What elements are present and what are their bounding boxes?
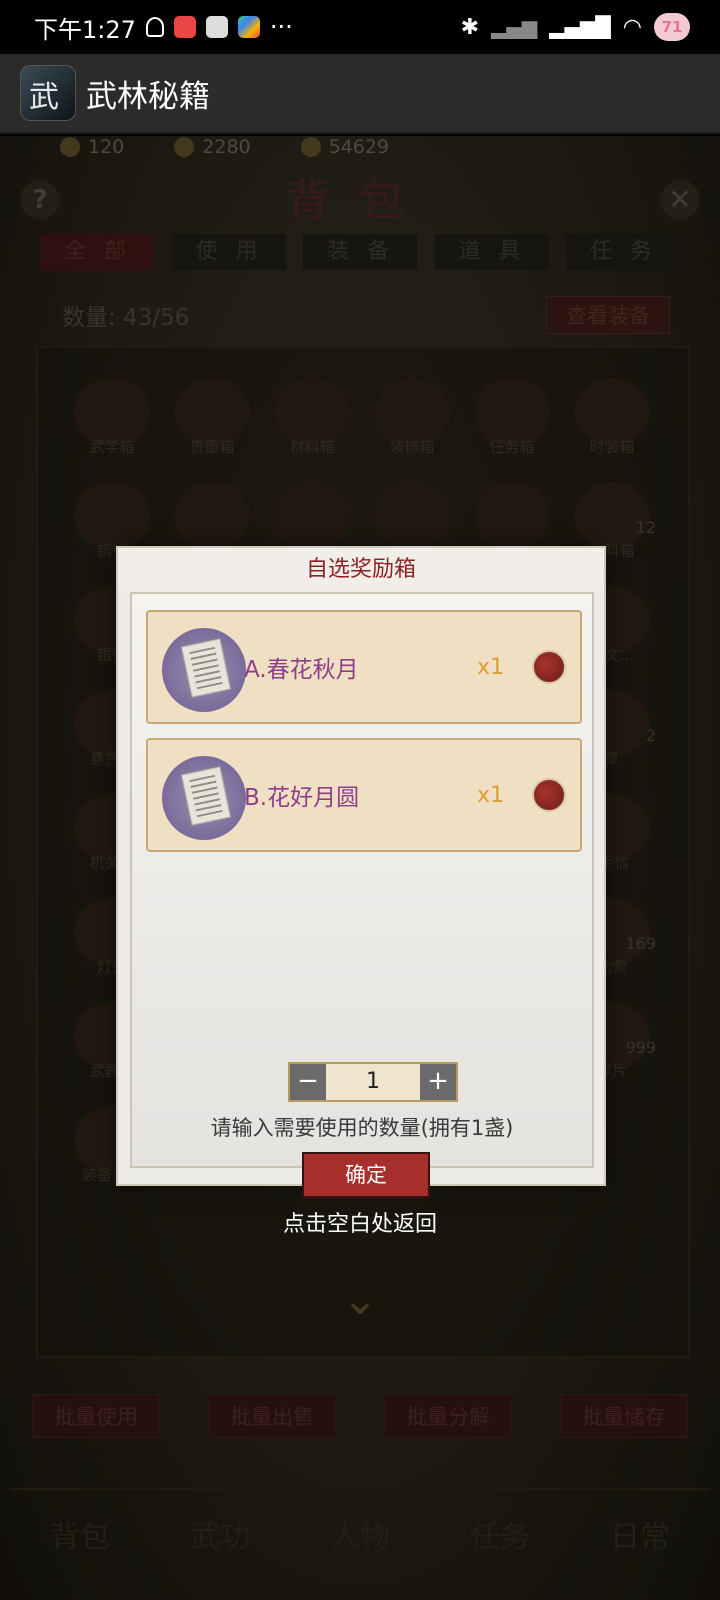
reward-option-a[interactable]: A.春花秋月 x1 <box>146 610 582 724</box>
app-logo-icon <box>20 65 76 121</box>
reward-option-b[interactable]: B.花好月圆 x1 <box>146 738 582 852</box>
app-notification-icon-2 <box>205 16 228 38</box>
signal-hd-icon: ▂▄▆█ <box>549 15 611 39</box>
clock: 下午1:27 <box>34 15 136 44</box>
app-header: 武林秘籍 <box>0 54 720 134</box>
play-store-icon <box>237 16 260 38</box>
mute-icon <box>145 17 164 37</box>
wifi-icon: ◠ <box>622 14 642 40</box>
option-b-radio[interactable] <box>532 778 566 812</box>
status-bar: 下午1:27 ··· ✱ ▂▄▆ ▂▄▆█ ◠ 71 <box>0 0 720 54</box>
dialog-title: 自选奖励箱 <box>118 548 604 592</box>
decrement-button[interactable]: − <box>290 1064 326 1100</box>
option-qty: x1 <box>476 782 504 808</box>
quantity-stepper: − 1 + <box>288 1062 458 1102</box>
reward-box-dialog: 自选奖励箱 A.春花秋月 x1 B.花好月圆 x1 − 1 + 请输入需要使用的… <box>116 546 606 1198</box>
app-title: 武林秘籍 <box>86 78 210 115</box>
dialog-body: A.春花秋月 x1 B.花好月圆 x1 − 1 + 请输入需要使用的数量(拥有1… <box>130 592 594 1198</box>
option-name: A.春花秋月 <box>244 657 359 683</box>
scroll-item-icon <box>162 628 246 712</box>
confirm-button[interactable]: 确定 <box>302 1152 430 1198</box>
quantity-input[interactable]: 1 <box>326 1064 420 1100</box>
option-name: B.花好月圆 <box>244 785 360 811</box>
option-qty: x1 <box>476 654 504 680</box>
increment-button[interactable]: + <box>420 1064 456 1100</box>
battery-indicator: 71 <box>654 13 690 41</box>
more-notifications-icon: ··· <box>269 13 293 41</box>
scroll-item-icon <box>162 756 246 840</box>
tap-blank-to-return-hint: 点击空白处返回 <box>282 1212 437 1237</box>
bluetooth-icon: ✱ <box>460 14 480 40</box>
quantity-hint: 请输入需要使用的数量(拥有1盏) <box>210 1116 514 1140</box>
option-a-radio[interactable] <box>532 650 566 684</box>
app-notification-icon <box>173 16 196 38</box>
signal-icon: ▂▄▆ <box>491 15 538 39</box>
